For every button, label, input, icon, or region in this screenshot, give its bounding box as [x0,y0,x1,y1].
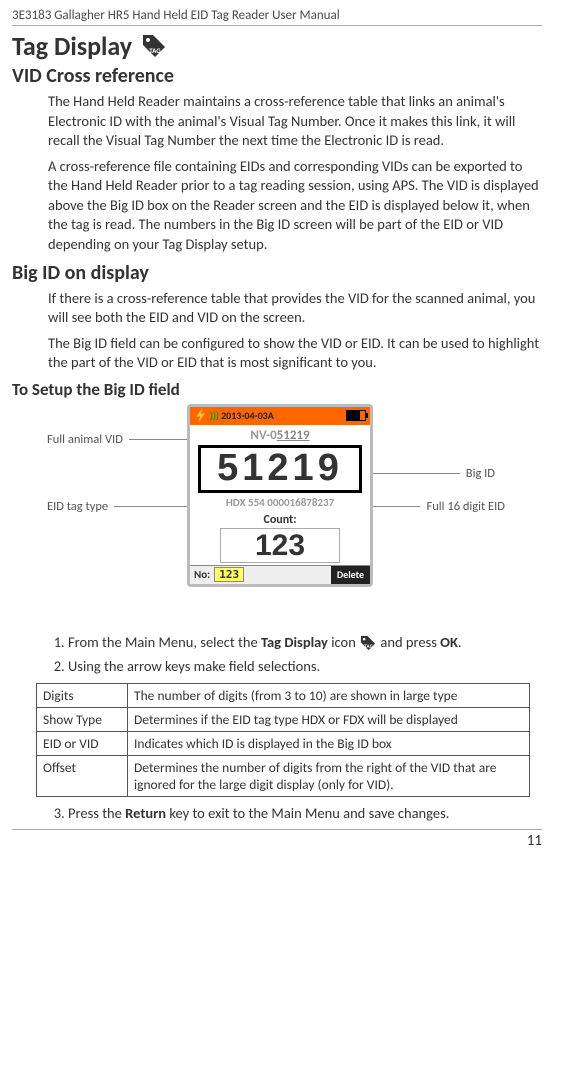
opt-offset-label: Offset [37,755,128,796]
battery-icon [346,410,366,421]
callout-full-vid: Full animal VID [47,432,197,447]
table-row: Show Type Determines if the EID tag type… [37,707,530,731]
delete-button: Delete [331,566,370,584]
vid-prefix: NV-0 [250,428,276,443]
vid-para-2: A cross-reference file containing EIDs a… [48,157,542,255]
opt-eidvid-label: EID or VID [37,731,128,755]
opt-showtype-label: Show Type [37,707,128,731]
options-table: Digits The number of digits (from 3 to 1… [36,683,530,797]
step-2: Using the arrow keys make field selectio… [68,656,542,676]
no-value: 123 [214,567,244,582]
tag-icon-inline: TAG [359,634,377,652]
table-row: Digits The number of digits (from 3 to 1… [37,683,530,707]
bigid-para-2: The Big ID field can be configured to sh… [48,334,542,373]
callout-eid-type-label: EID tag type [47,499,108,514]
bigid-para-1: If there is a cross-reference table that… [48,289,542,328]
callout-full-eid: Full 16 digit EID [365,499,505,514]
device-screen: ⚡ ))) 2013-04-03A NV-051219 51219 HDX 55… [187,404,373,587]
opt-eidvid-desc: Indicates which ID is displayed in the B… [128,731,530,755]
doc-header: 3E3183 Gallagher HR5 Hand Held EID Tag R… [12,8,542,26]
table-row: EID or VID Indicates which ID is display… [37,731,530,755]
eid-rest: 000016878237 [267,496,334,509]
setup-heading: To Setup the Big ID field [12,379,542,400]
opt-offset-desc: Determines the number of digits from the… [128,755,530,796]
eid-mid: 554 [248,496,265,509]
step-1: From the Main Menu, select the Tag Displ… [68,632,542,653]
callout-big-id: Big ID [365,466,495,481]
vid-cross-ref-heading: VID Cross reference [12,64,542,88]
vid-suffix: 51219 [277,428,310,443]
session-name: 2013-04-03A [221,409,274,422]
opt-digits-label: Digits [37,683,128,707]
no-label: No: [194,568,210,581]
opt-showtype-desc: Determines if the EID tag type HDX or FD… [128,707,530,731]
device-bigid: 51219 [198,445,362,493]
vid-para-1: The Hand Held Reader maintains a cross-r… [48,92,542,151]
svg-text:TAG: TAG [365,644,374,650]
page-number: 11 [12,829,542,850]
svg-text:TAG: TAG [149,46,161,55]
callout-full-vid-label: Full animal VID [47,432,123,447]
device-eid: HDX 554 000016878237 [190,493,370,511]
count-value: 123 [220,528,340,563]
count-label: Count: [190,511,370,527]
page-title: Tag Display TAG [12,30,542,62]
table-row: Offset Determines the number of digits f… [37,755,530,796]
device-diagram: Full animal VID EID tag type Big ID Full… [47,404,507,624]
device-footer: No: 123 Delete [190,565,370,584]
signal-icon: ⚡ [193,408,210,424]
bigid-heading: Big ID on display [12,261,542,285]
step-3: Press the Return key to exit to the Main… [68,803,542,823]
page-title-text: Tag Display [12,30,132,62]
device-statusbar: ⚡ ))) 2013-04-03A [190,407,370,425]
callout-eid-type: EID tag type [47,499,197,514]
wifi-icon: ))) [210,409,219,422]
tag-icon: TAG [140,32,168,60]
eid-type-text: HDX [226,496,246,509]
no-field: No: 123 [190,566,331,584]
callout-full-eid-label: Full 16 digit EID [426,499,505,514]
opt-digits-desc: The number of digits (from 3 to 10) are … [128,683,530,707]
callout-big-id-label: Big ID [466,466,495,481]
device-vid: NV-051219 [190,425,370,445]
